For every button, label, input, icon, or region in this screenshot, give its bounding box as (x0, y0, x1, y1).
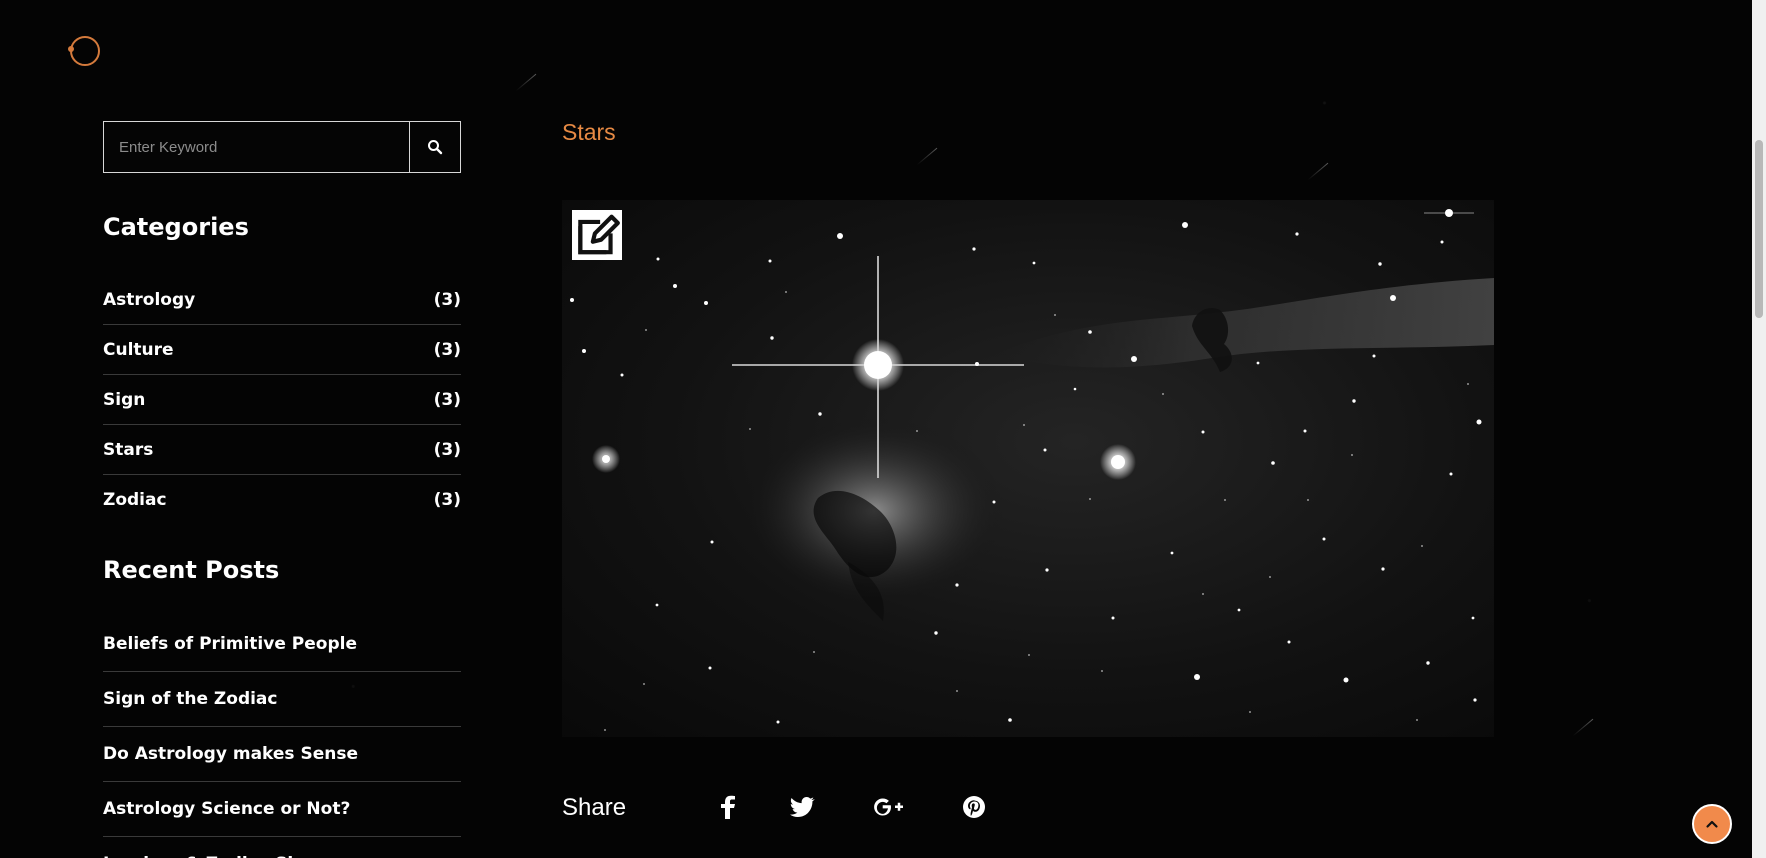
categories-list: Astrology (3) Culture (3) Sign (3) Stars… (103, 275, 461, 525)
featured-image (562, 200, 1494, 737)
post-category-title[interactable]: Stars (562, 121, 1494, 144)
category-count: (3) (433, 439, 461, 460)
recent-post-link[interactable]: Do Astrology makes Sense (103, 727, 461, 782)
orbit-logo-dot (68, 46, 74, 52)
category-count: (3) (433, 289, 461, 310)
category-label: Culture (103, 339, 174, 360)
category-label: Sign (103, 389, 146, 410)
sidebar: Categories Astrology (3) Culture (3) Sig… (103, 121, 461, 858)
category-count: (3) (433, 490, 461, 510)
google-plus-icon (873, 798, 903, 816)
background-star-streak (1572, 718, 1594, 737)
orbit-logo-icon[interactable] (70, 36, 100, 66)
share-label: Share (562, 794, 627, 821)
twitter-icon (789, 797, 815, 817)
categories-title: Categories (103, 213, 249, 241)
vertical-scrollbar[interactable] (1752, 0, 1766, 858)
edit-button[interactable] (572, 210, 622, 260)
post-content: Stars Share (562, 121, 1494, 821)
edit-icon (578, 214, 620, 254)
space-nebula-image (562, 200, 1494, 737)
facebook-icon (721, 795, 735, 819)
recent-post-link[interactable]: Beliefs of Primitive People (103, 617, 461, 672)
scrollbar-thumb[interactable] (1755, 140, 1763, 318)
category-item[interactable]: Astrology (3) (103, 275, 461, 325)
recent-post-link[interactable]: Leaders & Zodiac Signs (103, 837, 461, 858)
search-icon (428, 140, 443, 155)
category-label: Zodiac (103, 490, 167, 510)
category-item[interactable]: Zodiac (3) (103, 475, 461, 525)
search-form (103, 121, 461, 173)
background-star-streak (515, 73, 537, 92)
google-plus-share-button[interactable] (872, 791, 904, 823)
category-item[interactable]: Stars (3) (103, 425, 461, 475)
category-count: (3) (433, 389, 461, 410)
facebook-share-button[interactable] (712, 791, 744, 823)
share-section: Share (562, 791, 1062, 831)
category-label: Astrology (103, 289, 196, 310)
category-item[interactable]: Culture (3) (103, 325, 461, 375)
recent-posts-title: Recent Posts (103, 556, 280, 584)
chevron-up-icon (1706, 820, 1718, 828)
category-count: (3) (433, 339, 461, 360)
pinterest-share-button[interactable] (958, 791, 990, 823)
search-button[interactable] (410, 122, 460, 172)
back-to-top-button[interactable] (1692, 804, 1732, 844)
page: Categories Astrology (3) Culture (3) Sig… (0, 0, 1766, 858)
recent-post-link[interactable]: Sign of the Zodiac (103, 672, 461, 727)
recent-posts-list: Beliefs of Primitive People Sign of the … (103, 617, 461, 858)
search-input[interactable] (104, 122, 410, 172)
twitter-share-button[interactable] (786, 791, 818, 823)
pinterest-icon (963, 796, 985, 818)
recent-post-link[interactable]: Astrology Science or Not? (103, 782, 461, 837)
category-item[interactable]: Sign (3) (103, 375, 461, 425)
category-label: Stars (103, 439, 154, 460)
